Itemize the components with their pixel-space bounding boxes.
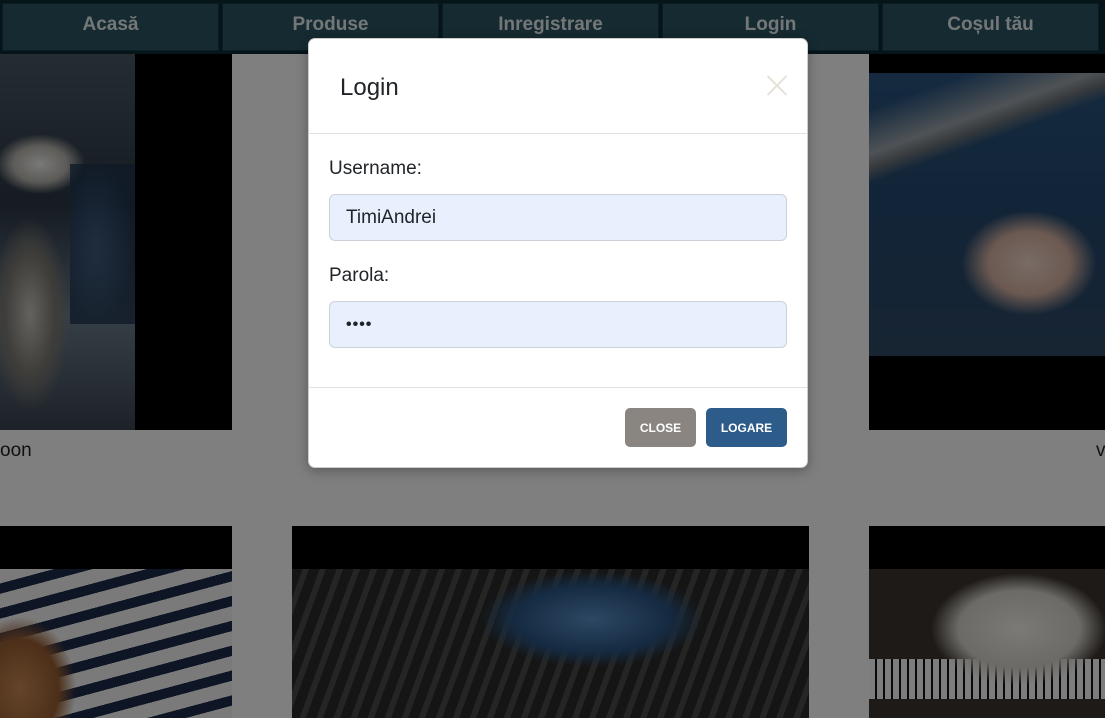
- username-input[interactable]: TimiAndrei: [329, 194, 787, 241]
- close-button[interactable]: CLOSE: [625, 408, 696, 447]
- modal-footer: CLOSE LOGARE: [309, 388, 807, 468]
- close-icon[interactable]: [767, 75, 787, 95]
- modal-title: Login: [340, 74, 399, 101]
- username-label: Username:: [329, 158, 422, 179]
- login-modal: Login Username: TimiAndrei Parola: •••• …: [308, 38, 808, 468]
- login-button[interactable]: LOGARE: [706, 408, 787, 447]
- password-input[interactable]: ••••: [329, 301, 787, 348]
- modal-header: Login: [309, 39, 807, 134]
- modal-body: Username: TimiAndrei Parola: ••••: [309, 134, 807, 388]
- password-label: Parola:: [329, 265, 390, 286]
